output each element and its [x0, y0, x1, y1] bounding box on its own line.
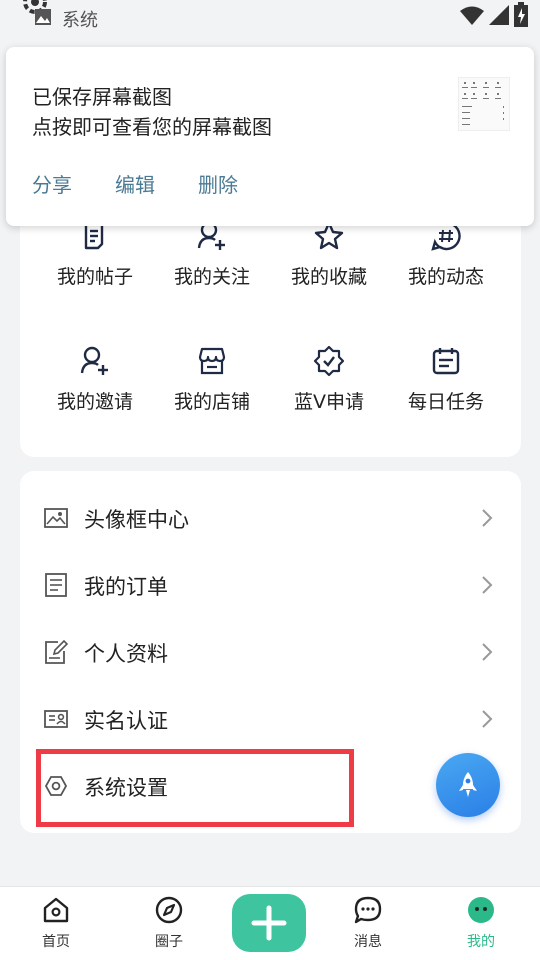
compass-icon: [155, 896, 183, 924]
invite-icon: [80, 346, 108, 375]
grid-item-my-follows[interactable]: 我的关注: [152, 220, 272, 289]
calendar-task-icon: [432, 348, 460, 375]
add-post-button[interactable]: [232, 894, 306, 952]
plus-icon: [251, 905, 287, 941]
grid-item-my-posts[interactable]: 我的帖子: [35, 220, 155, 289]
nav-label: 消息: [354, 934, 382, 950]
share-button[interactable]: 分享: [32, 169, 72, 198]
nav-label: 我的: [467, 934, 495, 950]
grid-item-label: 我的收藏: [290, 266, 367, 288]
grid-item-label: 每日任务: [407, 391, 484, 413]
nav-label: 首页: [42, 934, 70, 950]
chevron-right-icon: [482, 643, 493, 661]
list-item-label: 实名认证: [84, 709, 168, 733]
screenshot-thumbnail[interactable]: [458, 77, 510, 131]
list-item-label: 个人资料: [84, 642, 168, 666]
edit-profile-icon: [45, 640, 68, 664]
edit-button[interactable]: 编辑: [115, 169, 155, 198]
rocket-button[interactable]: [436, 753, 500, 817]
chevron-right-icon: [482, 710, 493, 728]
store-icon: [198, 347, 226, 375]
shortcut-grid-card: 我的帖子 我的关注 我的收藏 我的动态 我的邀请 我的店铺 蓝V申请 每日任务: [20, 200, 521, 457]
grid-item-label: 我的帖子: [56, 266, 133, 288]
rocket-icon: [459, 772, 477, 797]
avatar-frame-icon: [44, 508, 68, 528]
nav-label: 圈子: [155, 934, 183, 950]
chat-icon: [354, 896, 382, 924]
list-item-personal-info[interactable]: 个人资料: [20, 622, 521, 682]
notification-title: 已保存屏幕截图: [32, 85, 172, 109]
list-item-label: 我的订单: [84, 575, 168, 599]
chevron-right-icon: [482, 509, 493, 527]
grid-item-blue-v-apply[interactable]: 蓝V申请: [269, 345, 389, 414]
grid-item-my-activity[interactable]: 我的动态: [386, 220, 506, 289]
list-item-label: 头像框中心: [84, 508, 189, 532]
list-item-my-orders[interactable]: 我的订单: [20, 555, 521, 615]
grid-item-label: 我的动态: [407, 266, 484, 288]
nav-messages[interactable]: 消息: [328, 895, 408, 951]
order-icon: [45, 573, 67, 597]
profile-face-icon: [468, 897, 494, 923]
nav-circle[interactable]: 圈子: [129, 895, 209, 951]
home-icon: [43, 897, 69, 923]
grid-item-my-invites[interactable]: 我的邀请: [35, 345, 155, 414]
image-icon: [35, 9, 51, 25]
list-item-avatar-frame-center[interactable]: 头像框中心: [20, 488, 521, 548]
verified-badge-icon: [313, 345, 345, 377]
signal-icon: [489, 5, 509, 25]
grid-item-label: 我的关注: [173, 266, 250, 288]
grid-item-label: 我的邀请: [56, 391, 133, 413]
grid-item-daily-tasks[interactable]: 每日任务: [386, 345, 506, 414]
nav-home[interactable]: 首页: [16, 895, 96, 951]
list-item-real-name-verification[interactable]: 实名认证: [20, 689, 521, 749]
grid-item-label: 我的店铺: [173, 391, 250, 413]
thumbnail-preview: [462, 82, 504, 125]
grid-item-my-store[interactable]: 我的店铺: [152, 345, 272, 414]
notification-subtitle: 点按即可查看您的屏幕截图: [32, 115, 272, 139]
screenshot-notification[interactable]: 已保存屏幕截图 点按即可查看您的屏幕截图 分享 编辑 删除: [6, 47, 534, 226]
grid-item-my-favorites[interactable]: 我的收藏: [269, 220, 389, 289]
wifi-icon: [460, 6, 484, 25]
id-card-icon: [44, 710, 68, 728]
status-label: 系统: [62, 10, 98, 31]
nav-mine[interactable]: 我的: [441, 895, 521, 951]
status-bar: 系统: [0, 0, 540, 36]
chevron-right-icon: [482, 576, 493, 594]
battery-charging-icon: [514, 2, 528, 27]
grid-item-label: 蓝V申请: [294, 391, 364, 413]
highlight-box: [36, 749, 354, 827]
delete-button[interactable]: 删除: [198, 169, 238, 198]
